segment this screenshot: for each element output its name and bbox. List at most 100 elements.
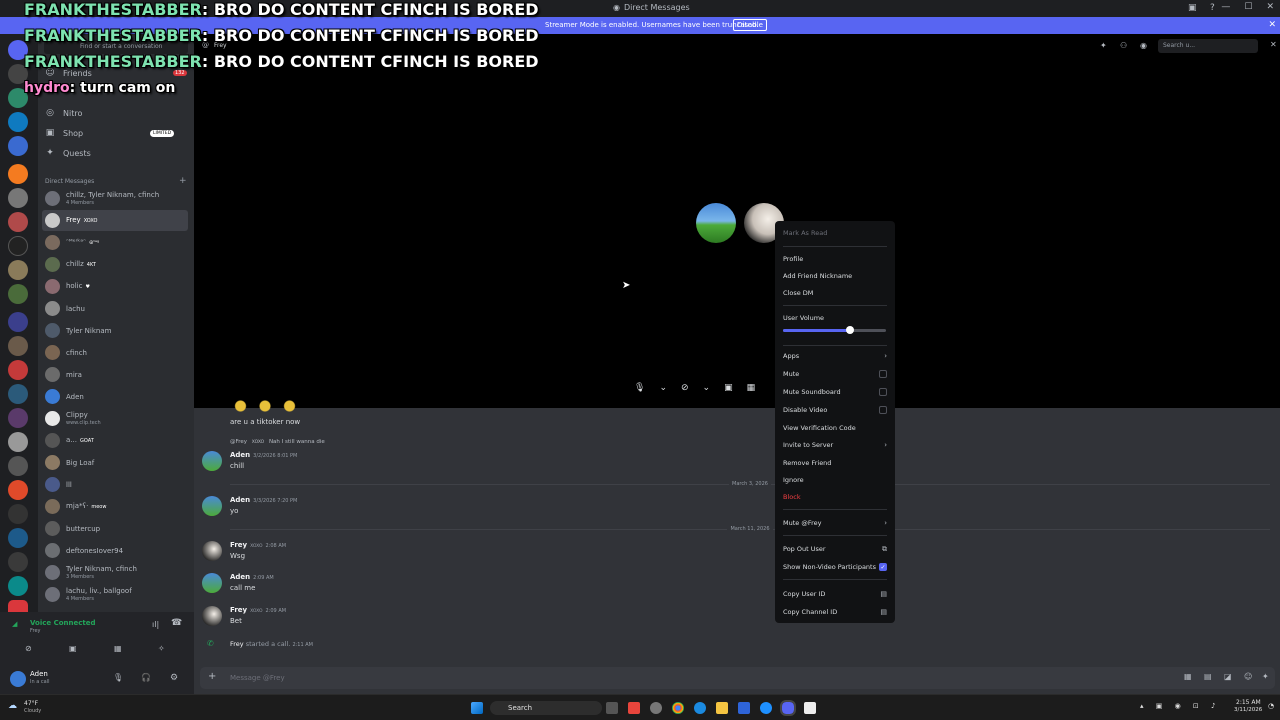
server-icon[interactable]	[8, 112, 28, 132]
dm-item[interactable]: lll	[42, 474, 188, 495]
app-icon[interactable]	[650, 702, 662, 714]
server-icon[interactable]	[8, 408, 28, 428]
block-item[interactable]: Block	[783, 491, 887, 503]
close-banner-icon[interactable]: ✕	[1268, 20, 1276, 30]
create-dm-icon[interactable]: +	[179, 176, 187, 186]
inbox-icon[interactable]: ▣	[1188, 3, 1197, 13]
camera-off-icon[interactable]: ⊘	[25, 644, 32, 653]
dm-item[interactable]: chillz 4KT	[42, 254, 188, 275]
avatar[interactable]	[202, 541, 222, 561]
screen-share-icon[interactable]: ▣	[724, 383, 733, 393]
dm-item[interactable]: cfinch	[42, 342, 188, 363]
app-icon[interactable]	[804, 702, 816, 714]
file-explorer-icon[interactable]	[716, 702, 728, 714]
avatar[interactable]	[10, 671, 26, 687]
server-icon[interactable]	[8, 480, 28, 500]
mute-user-item[interactable]: Mute @Frey ›	[783, 517, 887, 529]
avatar[interactable]	[202, 451, 222, 471]
avatar[interactable]	[202, 573, 222, 593]
search-input[interactable]: Search u...	[1158, 39, 1258, 53]
message-author[interactable]: Aden 2:09 AM	[230, 573, 274, 581]
message-author[interactable]: Aden 3/2/2026 8:01 PM	[230, 451, 297, 459]
invite-to-server-item[interactable]: Invite to Server ›	[783, 439, 887, 451]
dm-item[interactable]: lachu	[42, 298, 188, 319]
apps-icon[interactable]: ✦	[1262, 672, 1269, 681]
message-input-bar[interactable]: + Message @Frey ▦ ▤ ◪ ☺ ✦	[200, 667, 1275, 689]
headphone-icon[interactable]: 🎧	[141, 673, 151, 682]
task-view-icon[interactable]	[606, 702, 618, 714]
weather-icon[interactable]: ☁	[8, 701, 17, 711]
gift-icon[interactable]: ▦	[1184, 672, 1192, 681]
pin-icon[interactable]: ✦	[1100, 41, 1107, 50]
disable-streamer-button[interactable]: Disable	[733, 19, 767, 31]
server-icon[interactable]	[8, 456, 28, 476]
reply-preview[interactable]: @Frey XOXO Nah I still wanna die	[230, 439, 325, 445]
server-icon[interactable]	[8, 260, 28, 280]
activities-icon[interactable]: ▦	[114, 644, 122, 653]
sticker-icon[interactable]: ◪	[1224, 672, 1232, 681]
profile-icon[interactable]: ◉	[1140, 41, 1147, 50]
message-input[interactable]: Message @Frey	[230, 674, 285, 682]
disconnect-icon[interactable]: ☎	[171, 618, 182, 628]
mic-icon[interactable]: 🎙	[634, 383, 645, 393]
show-non-video-item[interactable]: Show Non-Video Participants ✓	[783, 561, 887, 573]
server-icon[interactable]	[8, 552, 28, 572]
apps-item[interactable]: Apps ›	[783, 350, 887, 362]
close-dm-item[interactable]: Close DM	[783, 287, 887, 299]
server-icon[interactable]	[8, 164, 28, 184]
dm-item[interactable]: Tyler Niknam	[42, 320, 188, 341]
taskbar-search[interactable]: Search	[490, 701, 602, 715]
nav-shop[interactable]: ▣ Shop LIMITED	[45, 124, 175, 142]
dm-item[interactable]: Clippy www.clip.tech	[42, 408, 188, 429]
checkbox[interactable]	[879, 388, 887, 396]
pop-out-user-item[interactable]: Pop Out User ⧉	[783, 543, 887, 555]
mute-item[interactable]: Mute	[783, 368, 887, 380]
dm-item[interactable]: a... GOAT	[42, 430, 188, 451]
server-icon[interactable]	[8, 528, 28, 548]
message-author[interactable]: Aden 3/3/2026 7:20 PM	[230, 496, 297, 504]
copy-user-id-item[interactable]: Copy User ID ▤	[783, 588, 887, 600]
discord-icon[interactable]	[780, 700, 796, 716]
chrome-icon[interactable]	[672, 702, 684, 714]
notification-icon[interactable]: ◔	[1268, 702, 1274, 710]
dm-item[interactable]: deftonesIover94	[42, 540, 188, 561]
help-icon[interactable]: ?	[1210, 3, 1215, 13]
volume-handle[interactable]	[845, 326, 854, 334]
dm-item[interactable]: chillz, Tyler Niknam, cfinch 4 Members	[42, 188, 188, 209]
dm-item[interactable]: mja*ʕ· meow	[42, 496, 188, 517]
mute-soundboard-item[interactable]: Mute Soundboard	[783, 386, 887, 398]
checkbox-checked[interactable]: ✓	[879, 563, 887, 571]
close-window-button[interactable]: ✕	[1266, 2, 1274, 12]
app-icon[interactable]	[738, 702, 750, 714]
profile-item[interactable]: Profile	[783, 253, 887, 265]
nav-quests[interactable]: ✦ Quests	[45, 144, 91, 162]
soundboard-icon[interactable]: ✧	[158, 644, 165, 653]
avatar[interactable]	[202, 606, 222, 626]
chevron-down-icon[interactable]: ⌄	[659, 383, 667, 393]
server-icon[interactable]	[8, 432, 28, 452]
server-icon[interactable]	[8, 188, 28, 208]
server-icon[interactable]	[8, 136, 28, 156]
dm-item[interactable]: Aden	[42, 386, 188, 407]
copy-channel-id-item[interactable]: Copy Channel ID ▤	[783, 606, 887, 618]
dm-item[interactable]: Frey XOXO	[42, 210, 188, 231]
ignore-item[interactable]: Ignore	[783, 474, 887, 486]
close-call-icon[interactable]: ✕	[1270, 40, 1277, 49]
mark-as-read-item[interactable]: Mark As Read	[783, 227, 887, 239]
emoji-icon[interactable]: ☺	[1244, 672, 1252, 681]
nav-nitro[interactable]: ◎ Nitro	[45, 104, 82, 122]
dm-item[interactable]: buttercup	[42, 518, 188, 539]
server-icon[interactable]	[8, 284, 28, 304]
windows-start-icon[interactable]	[471, 702, 483, 714]
avatar[interactable]	[696, 203, 736, 243]
server-icon[interactable]	[8, 360, 28, 380]
avatar[interactable]	[202, 496, 222, 516]
server-icon[interactable]	[8, 236, 28, 256]
disable-video-item[interactable]: Disable Video	[783, 404, 887, 416]
message-author[interactable]: Frey XOXO 2:08 AM	[230, 541, 286, 549]
screen-share-icon[interactable]: ▣	[69, 644, 77, 653]
dm-item[interactable]: mira	[42, 364, 188, 385]
add-friends-icon[interactable]: ⚇	[1120, 41, 1127, 50]
add-nickname-item[interactable]: Add Friend Nickname	[783, 270, 887, 282]
add-attachment-icon[interactable]: +	[208, 671, 216, 682]
